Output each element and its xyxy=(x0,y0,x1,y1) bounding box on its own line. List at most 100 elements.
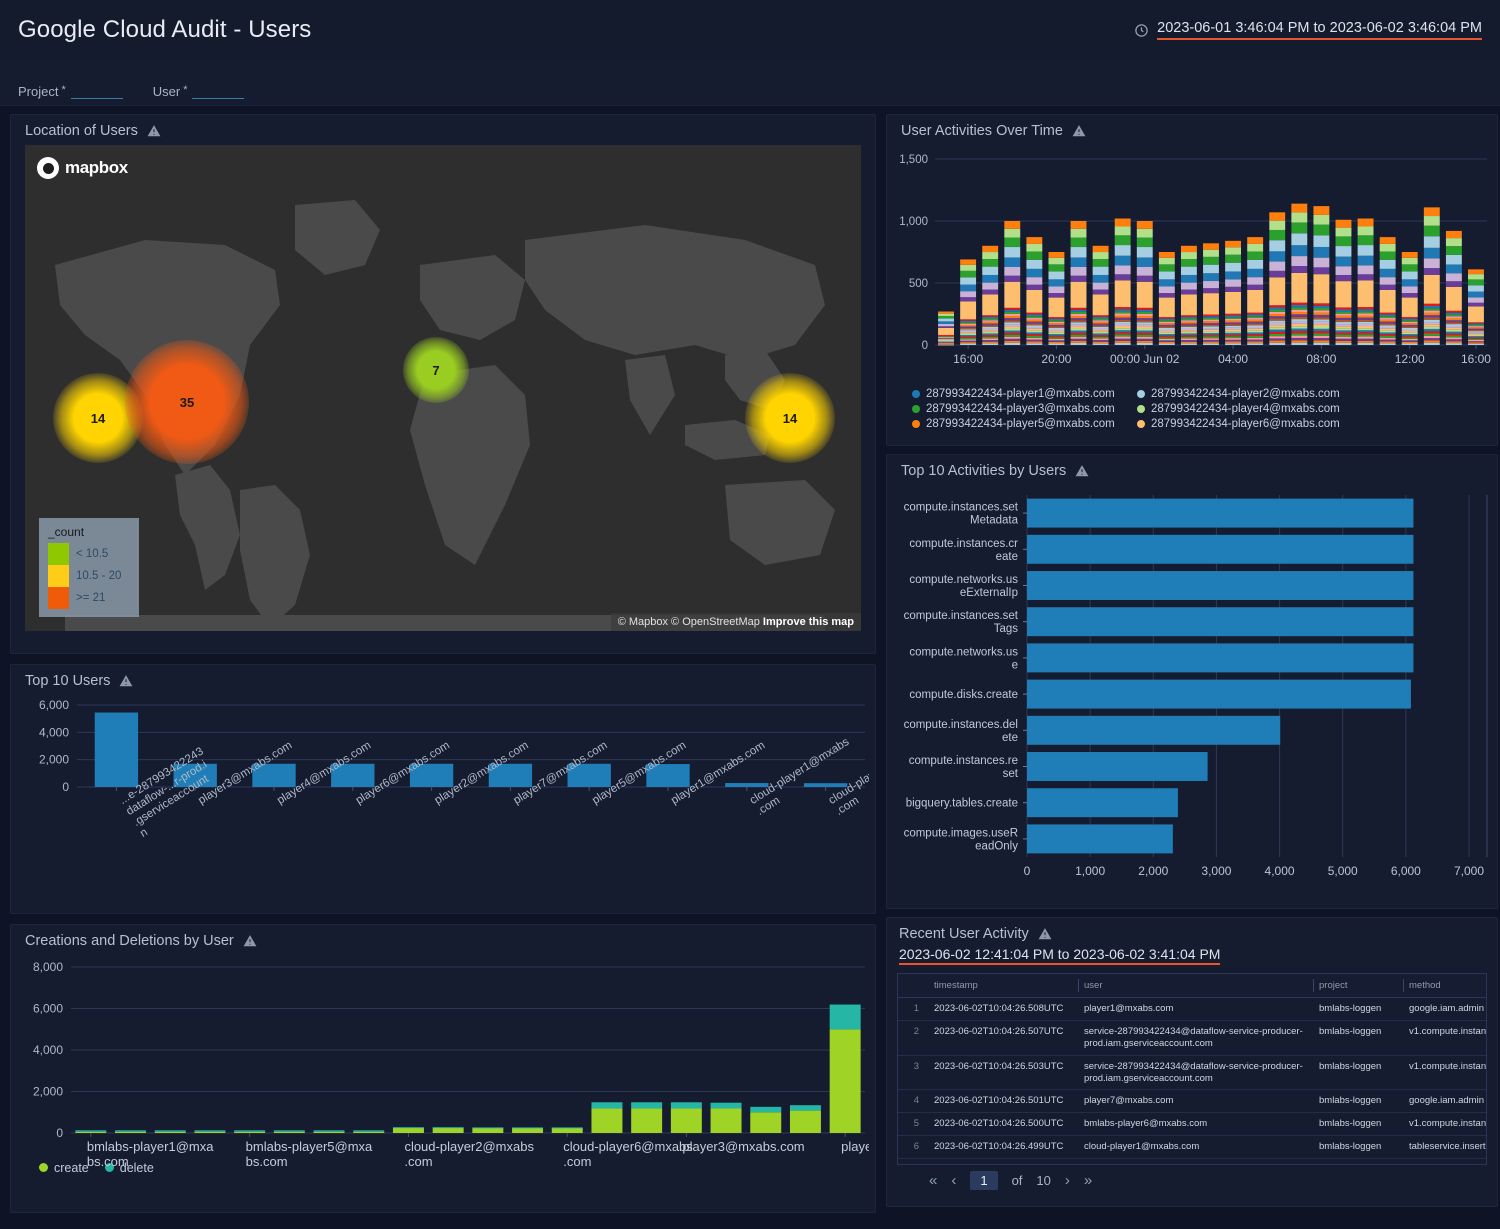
stacked-bar-segment[interactable] xyxy=(1048,334,1064,336)
stacked-bar-segment[interactable] xyxy=(938,319,954,322)
stacked-bar-segment[interactable] xyxy=(1203,342,1219,344)
stacked-bar-segment[interactable] xyxy=(1446,281,1462,287)
stacked-bar-segment[interactable] xyxy=(1048,325,1064,327)
stacked-bar-segment[interactable] xyxy=(1159,264,1175,271)
stacked-bar-segment[interactable] xyxy=(750,1107,781,1112)
stacked-bar-segment[interactable] xyxy=(1291,336,1307,338)
stacked-bar-segment[interactable] xyxy=(1159,340,1175,342)
stacked-bar-segment[interactable] xyxy=(1159,326,1175,328)
bar[interactable] xyxy=(1027,752,1208,781)
stacked-bar-segment[interactable] xyxy=(1093,283,1109,290)
bar[interactable] xyxy=(1027,535,1413,564)
stacked-bar-segment[interactable] xyxy=(1115,337,1131,339)
legend-item-player2[interactable]: 287993422434-player2@mxabs.com xyxy=(1137,388,1352,400)
stacked-bar-segment[interactable] xyxy=(1402,343,1418,345)
legend-item-player6[interactable]: 287993422434-player6@mxabs.com xyxy=(1137,418,1352,430)
stacked-bar-segment[interactable] xyxy=(1004,267,1020,276)
stacked-bar-segment[interactable] xyxy=(938,321,954,324)
stacked-bar-segment[interactable] xyxy=(1446,337,1462,339)
stacked-bar-segment[interactable] xyxy=(1004,341,1020,343)
stacked-bar-segment[interactable] xyxy=(631,1102,662,1108)
stacked-bar-segment[interactable] xyxy=(1071,308,1087,310)
stacked-bar-segment[interactable] xyxy=(1181,340,1197,342)
stacked-bar-segment[interactable] xyxy=(1269,343,1285,345)
warning-icon[interactable] xyxy=(243,934,257,948)
stacked-bar-segment[interactable] xyxy=(1137,276,1153,282)
stacked-bar-segment[interactable] xyxy=(1336,257,1352,267)
stacked-bar-segment[interactable] xyxy=(115,1130,146,1131)
date-range-text[interactable]: 2023-06-01 3:46:04 PM to 2023-06-02 3:46… xyxy=(1157,20,1482,40)
stacked-bar-segment[interactable] xyxy=(1137,333,1153,335)
stacked-bar-segment[interactable] xyxy=(1468,339,1484,340)
stacked-bar-segment[interactable] xyxy=(790,1111,821,1133)
stacked-bar-segment[interactable] xyxy=(1446,341,1462,343)
stacked-bar-segment[interactable] xyxy=(1093,325,1109,327)
stacked-bar-segment[interactable] xyxy=(1225,333,1241,335)
stacked-bar-segment[interactable] xyxy=(1159,333,1175,335)
stacked-bar-segment[interactable] xyxy=(1181,319,1197,321)
stacked-bar-segment[interactable] xyxy=(1468,325,1484,326)
stacked-bar-segment[interactable] xyxy=(1071,314,1087,316)
stacked-bar-segment[interactable] xyxy=(155,1132,186,1133)
stacked-bar-segment[interactable] xyxy=(1071,282,1087,308)
stacked-bar-segment[interactable] xyxy=(1358,226,1374,235)
bar[interactable] xyxy=(1027,788,1178,817)
stacked-bar-segment[interactable] xyxy=(1247,316,1263,318)
stacked-bar-segment[interactable] xyxy=(1115,334,1131,336)
stacked-bar-segment[interactable] xyxy=(960,301,976,319)
stacked-bar-segment[interactable] xyxy=(960,277,976,284)
stacked-bar-segment[interactable] xyxy=(1137,229,1153,238)
stacked-bar-segment[interactable] xyxy=(982,333,998,335)
stacked-bar-segment[interactable] xyxy=(1159,317,1175,319)
stacked-bar-segment[interactable] xyxy=(194,1132,225,1133)
stacked-bar-segment[interactable] xyxy=(982,246,998,252)
creations-deletions-chart[interactable]: 02,0004,0006,0008,000bmlabs-player1@mxab… xyxy=(19,955,867,1155)
stacked-bar-segment[interactable] xyxy=(1004,324,1020,326)
stacked-bar-segment[interactable] xyxy=(1358,311,1374,313)
stacked-bar-segment[interactable] xyxy=(1291,213,1307,223)
stacked-bar-segment[interactable] xyxy=(1446,332,1462,334)
stacked-bar-segment[interactable] xyxy=(1291,256,1307,266)
stacked-bar-segment[interactable] xyxy=(115,1132,146,1133)
stacked-bar-segment[interactable] xyxy=(1048,342,1064,344)
stacked-bar-segment[interactable] xyxy=(1004,318,1020,320)
stacked-bar-segment[interactable] xyxy=(1137,343,1153,345)
stacked-bar-segment[interactable] xyxy=(1004,247,1020,257)
stacked-bar-segment[interactable] xyxy=(1026,314,1042,316)
stacked-bar-segment[interactable] xyxy=(314,1132,345,1133)
column-timestamp[interactable]: timestamp xyxy=(928,974,1078,998)
stacked-bar-segment[interactable] xyxy=(982,340,998,342)
stacked-bar-segment[interactable] xyxy=(631,1109,662,1133)
stacked-bar-segment[interactable] xyxy=(1247,325,1263,327)
stacked-bar-segment[interactable] xyxy=(1468,337,1484,338)
stacked-bar-segment[interactable] xyxy=(1380,285,1396,290)
stacked-bar-segment[interactable] xyxy=(960,322,976,323)
warning-icon[interactable] xyxy=(1075,464,1089,478)
stacked-bar-segment[interactable] xyxy=(1004,322,1020,324)
stacked-bar-segment[interactable] xyxy=(1424,324,1440,326)
stacked-bar-segment[interactable] xyxy=(1159,319,1175,321)
stacked-bar-segment[interactable] xyxy=(1468,322,1484,323)
stacked-bar-segment[interactable] xyxy=(1004,221,1020,229)
stacked-bar-segment[interactable] xyxy=(1048,320,1064,322)
stacked-bar-segment[interactable] xyxy=(1269,230,1285,240)
stacked-bar-segment[interactable] xyxy=(274,1130,305,1131)
stacked-bar-segment[interactable] xyxy=(1380,332,1396,334)
user-activities-chart[interactable]: 05001,0001,50016:0020:0000:00 Jun 0204:0… xyxy=(887,145,1497,382)
stacked-bar-segment[interactable] xyxy=(1026,316,1042,318)
stacked-bar-segment[interactable] xyxy=(1380,318,1396,320)
stacked-bar-segment[interactable] xyxy=(750,1112,781,1133)
stacked-bar-segment[interactable] xyxy=(960,344,976,345)
stacked-bar-segment[interactable] xyxy=(1446,330,1462,332)
stacked-bar-segment[interactable] xyxy=(1291,317,1307,319)
stacked-bar-segment[interactable] xyxy=(1269,277,1285,305)
stacked-bar-segment[interactable] xyxy=(1137,337,1153,339)
stacked-bar-segment[interactable] xyxy=(1093,340,1109,342)
stacked-bar-segment[interactable] xyxy=(960,334,976,335)
stacked-bar-segment[interactable] xyxy=(1181,343,1197,345)
stacked-bar-segment[interactable] xyxy=(1358,322,1374,324)
stacked-bar-segment[interactable] xyxy=(1181,315,1197,317)
stacked-bar-segment[interactable] xyxy=(1380,251,1396,259)
stacked-bar-segment[interactable] xyxy=(1203,330,1219,332)
stacked-bar-segment[interactable] xyxy=(1115,318,1131,320)
